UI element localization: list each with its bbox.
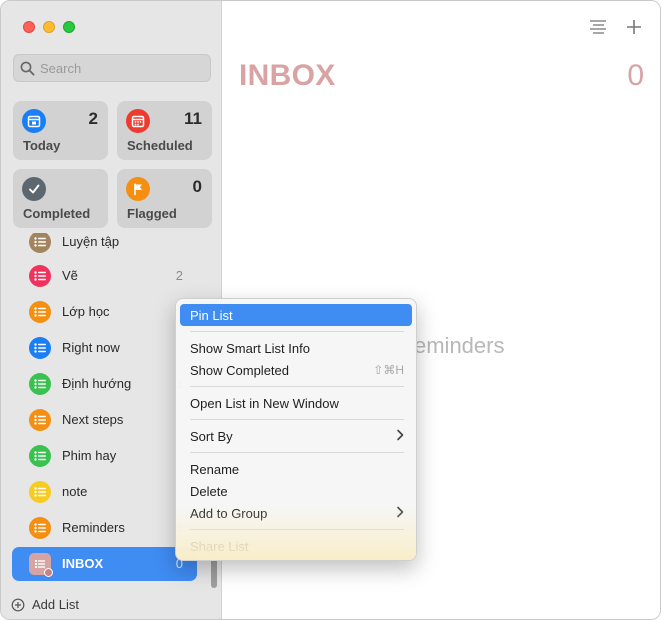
flagged-label: Flagged	[127, 206, 177, 221]
menu-item-share-list: Share List	[180, 535, 412, 557]
menu-item-label: Rename	[190, 462, 240, 477]
list-item-inbox[interactable]: INBOX 0	[12, 547, 197, 581]
reminders-window: 2 Today 11 Scheduled Completed 0 Flagged	[0, 0, 661, 620]
list-bullet-icon	[29, 301, 51, 323]
context-menu: Pin List Show Smart List Info Show Compl…	[175, 298, 417, 561]
menu-item-label: Share List	[190, 539, 249, 554]
scheduled-count: 11	[184, 109, 202, 128]
add-reminder-button[interactable]	[623, 17, 645, 37]
list-item[interactable]: Lớp học	[12, 295, 197, 329]
today-label: Today	[23, 138, 61, 153]
zoom-window-button[interactable]	[63, 21, 75, 33]
menu-separator	[190, 529, 404, 530]
search-field[interactable]	[13, 54, 211, 82]
chevron-right-icon	[396, 506, 404, 521]
menu-item-pin-list[interactable]: Pin List	[180, 304, 412, 326]
search-icon	[20, 61, 35, 76]
list-item[interactable]: Reminders 1	[12, 511, 197, 545]
view-options-button[interactable]	[587, 17, 609, 37]
list-name: Định hướng	[62, 376, 132, 391]
plus-icon	[627, 20, 641, 34]
menu-item-label: Show Smart List Info	[190, 341, 310, 356]
list-name: INBOX	[62, 556, 104, 571]
list-item[interactable]: note	[12, 475, 197, 509]
smart-list-flagged[interactable]: 0 Flagged	[117, 169, 212, 228]
list-name: Phim hay	[62, 448, 117, 463]
menu-item-show-smart-list-info[interactable]: Show Smart List Info	[180, 337, 412, 359]
chevron-right-icon	[396, 429, 404, 444]
menu-item-label: Pin List	[190, 308, 233, 323]
close-window-button[interactable]	[23, 21, 35, 33]
list-total-count: 0	[627, 59, 644, 92]
list-item[interactable]: Phim hay	[12, 439, 197, 473]
calendar-icon	[22, 109, 46, 133]
calendar-grid-icon	[126, 109, 150, 133]
minimize-window-button[interactable]	[43, 21, 55, 33]
keyboard-shortcut: ⇧⌘H	[373, 363, 404, 377]
menu-separator	[190, 452, 404, 453]
completed-label: Completed	[23, 206, 91, 221]
add-list-label: Add List	[32, 597, 79, 612]
flag-icon	[126, 177, 150, 201]
inbox-list-icon	[29, 553, 53, 577]
flagged-count: 0	[192, 177, 202, 196]
list-bullet-icon	[29, 265, 51, 287]
list-item[interactable]: Định hướng 1	[12, 367, 197, 401]
today-count: 2	[88, 109, 98, 128]
scheduled-label: Scheduled	[127, 138, 193, 153]
list-item[interactable]: Luyện tập	[12, 233, 197, 259]
menu-item-label: Open List in New Window	[190, 396, 339, 411]
list-name: Reminders	[62, 520, 125, 535]
list-item[interactable]: Next steps	[12, 403, 197, 437]
menu-separator	[190, 386, 404, 387]
list-name: note	[62, 484, 88, 499]
menu-item-show-completed[interactable]: Show Completed ⇧⌘H	[180, 359, 412, 381]
menu-separator	[190, 419, 404, 420]
list-bullet-icon	[29, 517, 51, 539]
menu-item-add-to-group[interactable]: Add to Group	[180, 502, 412, 524]
list-name: Lớp học	[62, 304, 110, 319]
list-name: Next steps	[62, 412, 124, 427]
menu-item-label: Delete	[190, 484, 228, 499]
search-input[interactable]	[40, 60, 200, 76]
list-bullet-icon	[29, 445, 51, 467]
smart-list-scheduled[interactable]: 11 Scheduled	[117, 101, 212, 160]
empty-state-text: eminders	[414, 333, 505, 358]
list-title: INBOX	[239, 59, 336, 92]
list-bullet-icon	[29, 409, 51, 431]
menu-item-label: Show Completed	[190, 363, 289, 378]
menu-item-delete[interactable]: Delete	[180, 480, 412, 502]
smart-list-today[interactable]: 2 Today	[13, 101, 108, 160]
list-name: Vẽ	[62, 268, 78, 283]
menu-item-label: Add to Group	[190, 506, 268, 521]
list-bullet-icon	[29, 337, 51, 359]
list-lines-icon	[590, 20, 606, 34]
list-bullet-icon	[29, 233, 51, 253]
add-list-button[interactable]: Add List	[11, 597, 79, 612]
list-name: Luyện tập	[62, 234, 120, 249]
menu-item-sort-by[interactable]: Sort By	[180, 425, 412, 447]
menu-separator	[190, 331, 404, 332]
list-bullet-icon	[29, 481, 51, 503]
smart-list-completed[interactable]: Completed	[13, 169, 108, 228]
plus-circle-icon	[11, 598, 25, 611]
menu-item-open-in-new-window[interactable]: Open List in New Window	[180, 392, 412, 414]
list-item[interactable]: Vẽ 2	[12, 259, 197, 293]
list-count: 2	[175, 268, 183, 283]
list-bullet-icon	[29, 373, 51, 395]
menu-item-label: Sort By	[190, 429, 233, 444]
checkmark-icon	[22, 177, 46, 201]
list-name: Right now	[62, 340, 120, 355]
list-item[interactable]: Right now	[12, 331, 197, 365]
menu-item-rename[interactable]: Rename	[180, 458, 412, 480]
